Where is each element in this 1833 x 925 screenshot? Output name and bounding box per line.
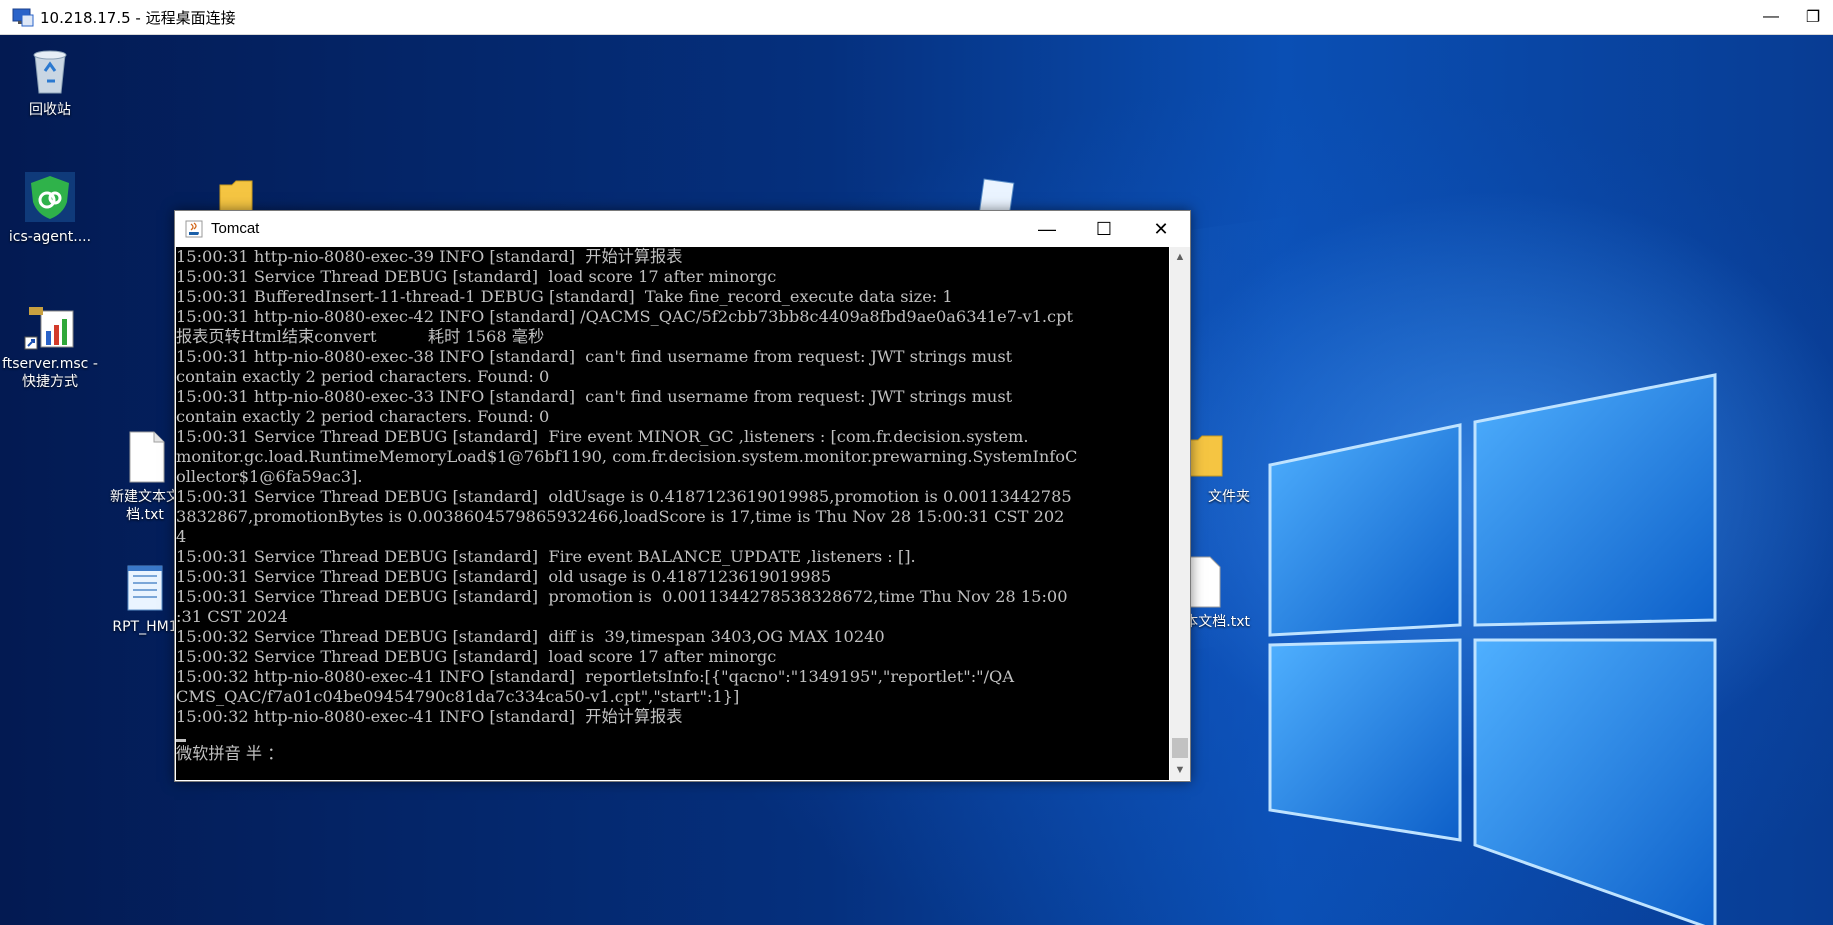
- ftserver-shortcut-icon: [24, 307, 74, 350]
- text-document-icon: [129, 431, 165, 483]
- log-line: ollector$1@6fa59ac3].: [176, 467, 363, 486]
- tomcat-minimize-button[interactable]: —: [1019, 211, 1075, 247]
- log-line: 15:00:31 Service Thread DEBUG [standard]…: [176, 547, 916, 566]
- notepad-icon: [127, 565, 163, 611]
- remote-desktop-icon: [12, 8, 34, 27]
- ime-status-text: 微软拼音 半 ：: [176, 744, 284, 763]
- log-line: 15:00:31 BufferedInsert-11-thread-1 DEBU…: [176, 287, 953, 306]
- log-line: 15:00:31 Service Thread DEBUG [standard]…: [176, 267, 777, 286]
- log-line: 15:00:32 Service Thread DEBUG [standard]…: [176, 647, 777, 666]
- log-line: 15:00:31 http-nio-8080-exec-39 INFO [sta…: [176, 247, 683, 266]
- scroll-down-arrow-icon[interactable]: ▼: [1170, 760, 1190, 780]
- rdp-restore-button[interactable]: ❐: [1790, 0, 1833, 34]
- log-line: contain exactly 2 period characters. Fou…: [176, 367, 550, 386]
- log-line: 3832867,promotionBytes is 0.003860457986…: [176, 507, 1065, 526]
- tomcat-console-window[interactable]: Tomcat — ☐ ✕ 15:00:31 http-nio-8080-exec…: [174, 210, 1191, 782]
- log-line: 15:00:31 Service Thread DEBUG [standard]…: [176, 587, 1068, 606]
- log-line: 15:00:31 http-nio-8080-exec-33 INFO [sta…: [176, 387, 1013, 406]
- tomcat-close-button[interactable]: ✕: [1133, 211, 1189, 247]
- folder-icon-behind-window[interactable]: [218, 175, 254, 215]
- log-line: 报表页转Html结束convert 耗时 1568 毫秒: [176, 327, 545, 346]
- java-icon: [185, 220, 203, 238]
- windows-logo-wallpaper: [1268, 373, 1717, 925]
- log-line: 15:00:31 Service Thread DEBUG [standard]…: [176, 567, 832, 586]
- log-line: 15:00:32 http-nio-8080-exec-41 INFO [sta…: [176, 667, 1015, 686]
- tomcat-maximize-button[interactable]: ☐: [1076, 211, 1132, 247]
- scroll-up-arrow-icon[interactable]: ▲: [1170, 247, 1190, 267]
- log-line: contain exactly 2 period characters. Fou…: [176, 407, 550, 426]
- desktop-icon-ics-agent[interactable]: ics-agent....: [0, 170, 100, 246]
- log-lines: 15:00:31 http-nio-8080-exec-39 INFO [sta…: [176, 247, 1169, 727]
- rdp-window-title: 10.218.17.5 - 远程桌面连接: [40, 9, 236, 27]
- log-line: 15:00:31 http-nio-8080-exec-38 INFO [sta…: [176, 347, 1013, 366]
- notepad-icon-behind-window[interactable]: [972, 175, 1022, 218]
- rdp-minimize-button[interactable]: —: [1748, 0, 1794, 34]
- log-line: monitor.gc.load.RuntimeMemoryLoad$1@76bf…: [176, 447, 1078, 466]
- log-line: :31 CST 2024: [176, 607, 288, 626]
- ics-agent-shield-icon: [25, 172, 75, 222]
- desktop-icon-recycle-bin[interactable]: 回收站: [0, 43, 100, 119]
- log-line: CMS_QAC/f7a01c04be09454790c81da7c334ca50…: [176, 687, 740, 706]
- console-scrollbar[interactable]: ▲ ▼: [1170, 247, 1190, 780]
- log-line: 15:00:31 http-nio-8080-exec-42 INFO [sta…: [176, 307, 1073, 326]
- console-output[interactable]: 15:00:31 http-nio-8080-exec-39 INFO [sta…: [176, 247, 1169, 780]
- tomcat-title-bar[interactable]: Tomcat — ☐ ✕: [175, 211, 1190, 247]
- log-line: 15:00:32 http-nio-8080-exec-41 INFO [sta…: [176, 707, 683, 726]
- recycle-bin-icon: [33, 50, 67, 94]
- rdp-title-bar[interactable]: 10.218.17.5 - 远程桌面连接 — ❐: [0, 0, 1833, 35]
- scrollbar-thumb[interactable]: [1172, 738, 1188, 758]
- notepad-icon: [978, 178, 1015, 218]
- log-line: 15:00:31 Service Thread DEBUG [standard]…: [176, 487, 1072, 506]
- log-line: 4: [176, 527, 187, 546]
- tomcat-window-title: Tomcat: [211, 220, 260, 237]
- log-line: 15:00:32 Service Thread DEBUG [standard]…: [176, 627, 885, 646]
- desktop-icon-ftserver[interactable]: ftserver.msc - 快捷方式: [0, 297, 100, 391]
- log-line: 15:00:31 Service Thread DEBUG [standard]…: [176, 427, 1029, 446]
- console-cursor: [176, 739, 186, 742]
- folder-icon: [219, 180, 253, 214]
